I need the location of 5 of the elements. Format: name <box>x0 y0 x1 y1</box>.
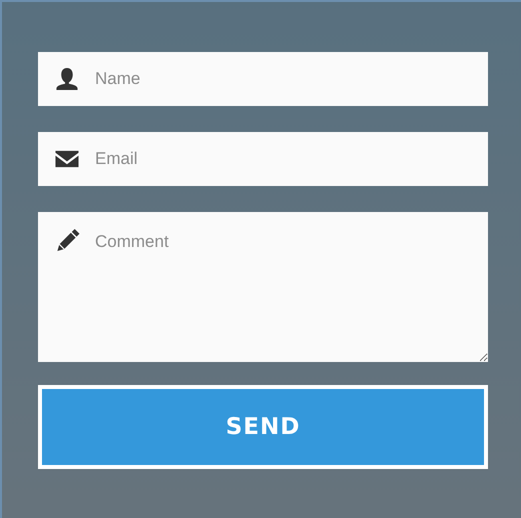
user-icon <box>54 67 80 91</box>
comment-field[interactable]: Comment <box>38 212 488 362</box>
send-button[interactable]: SEND <box>38 385 488 469</box>
email-field[interactable]: Email <box>38 132 488 186</box>
name-field[interactable]: Name <box>38 52 488 106</box>
